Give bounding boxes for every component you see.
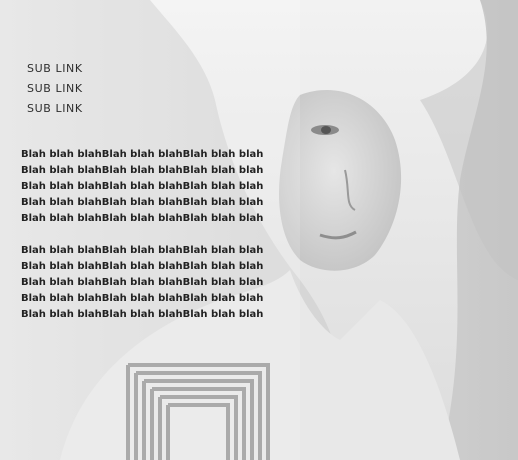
body-text: Blah blah blahBlah blah blahBlah blah bl… (21, 147, 321, 339)
text-line: Blah blah blahBlah blah blahBlah blah bl… (21, 181, 264, 192)
text-line: Blah blah blahBlah blah blahBlah blah bl… (21, 309, 264, 320)
text-line: Blah blah blahBlah blah blahBlah blah bl… (21, 149, 264, 160)
paragraph: Blah blah blahBlah blah blahBlah blah bl… (21, 147, 321, 227)
text-line: Blah blah blahBlah blah blahBlah blah bl… (21, 165, 264, 176)
sub-nav: SUB LINK SUB LINK SUB LINK (27, 59, 83, 119)
sub-link[interactable]: SUB LINK (27, 82, 83, 95)
sub-link[interactable]: SUB LINK (27, 102, 83, 115)
sub-nav-item: SUB LINK (27, 99, 83, 119)
text-line: Blah blah blahBlah blah blahBlah blah bl… (21, 213, 264, 224)
text-line: Blah blah blahBlah blah blahBlah blah bl… (21, 197, 264, 208)
sub-link[interactable]: SUB LINK (27, 62, 83, 75)
paragraph: Blah blah blahBlah blah blahBlah blah bl… (21, 243, 321, 323)
text-line: Blah blah blahBlah blah blahBlah blah bl… (21, 293, 264, 304)
text-line: Blah blah blahBlah blah blahBlah blah bl… (21, 277, 264, 288)
sub-nav-item: SUB LINK (27, 59, 83, 79)
sub-nav-item: SUB LINK (27, 79, 83, 99)
text-line: Blah blah blahBlah blah blahBlah blah bl… (21, 245, 264, 256)
text-line: Blah blah blahBlah blah blahBlah blah bl… (21, 261, 264, 272)
